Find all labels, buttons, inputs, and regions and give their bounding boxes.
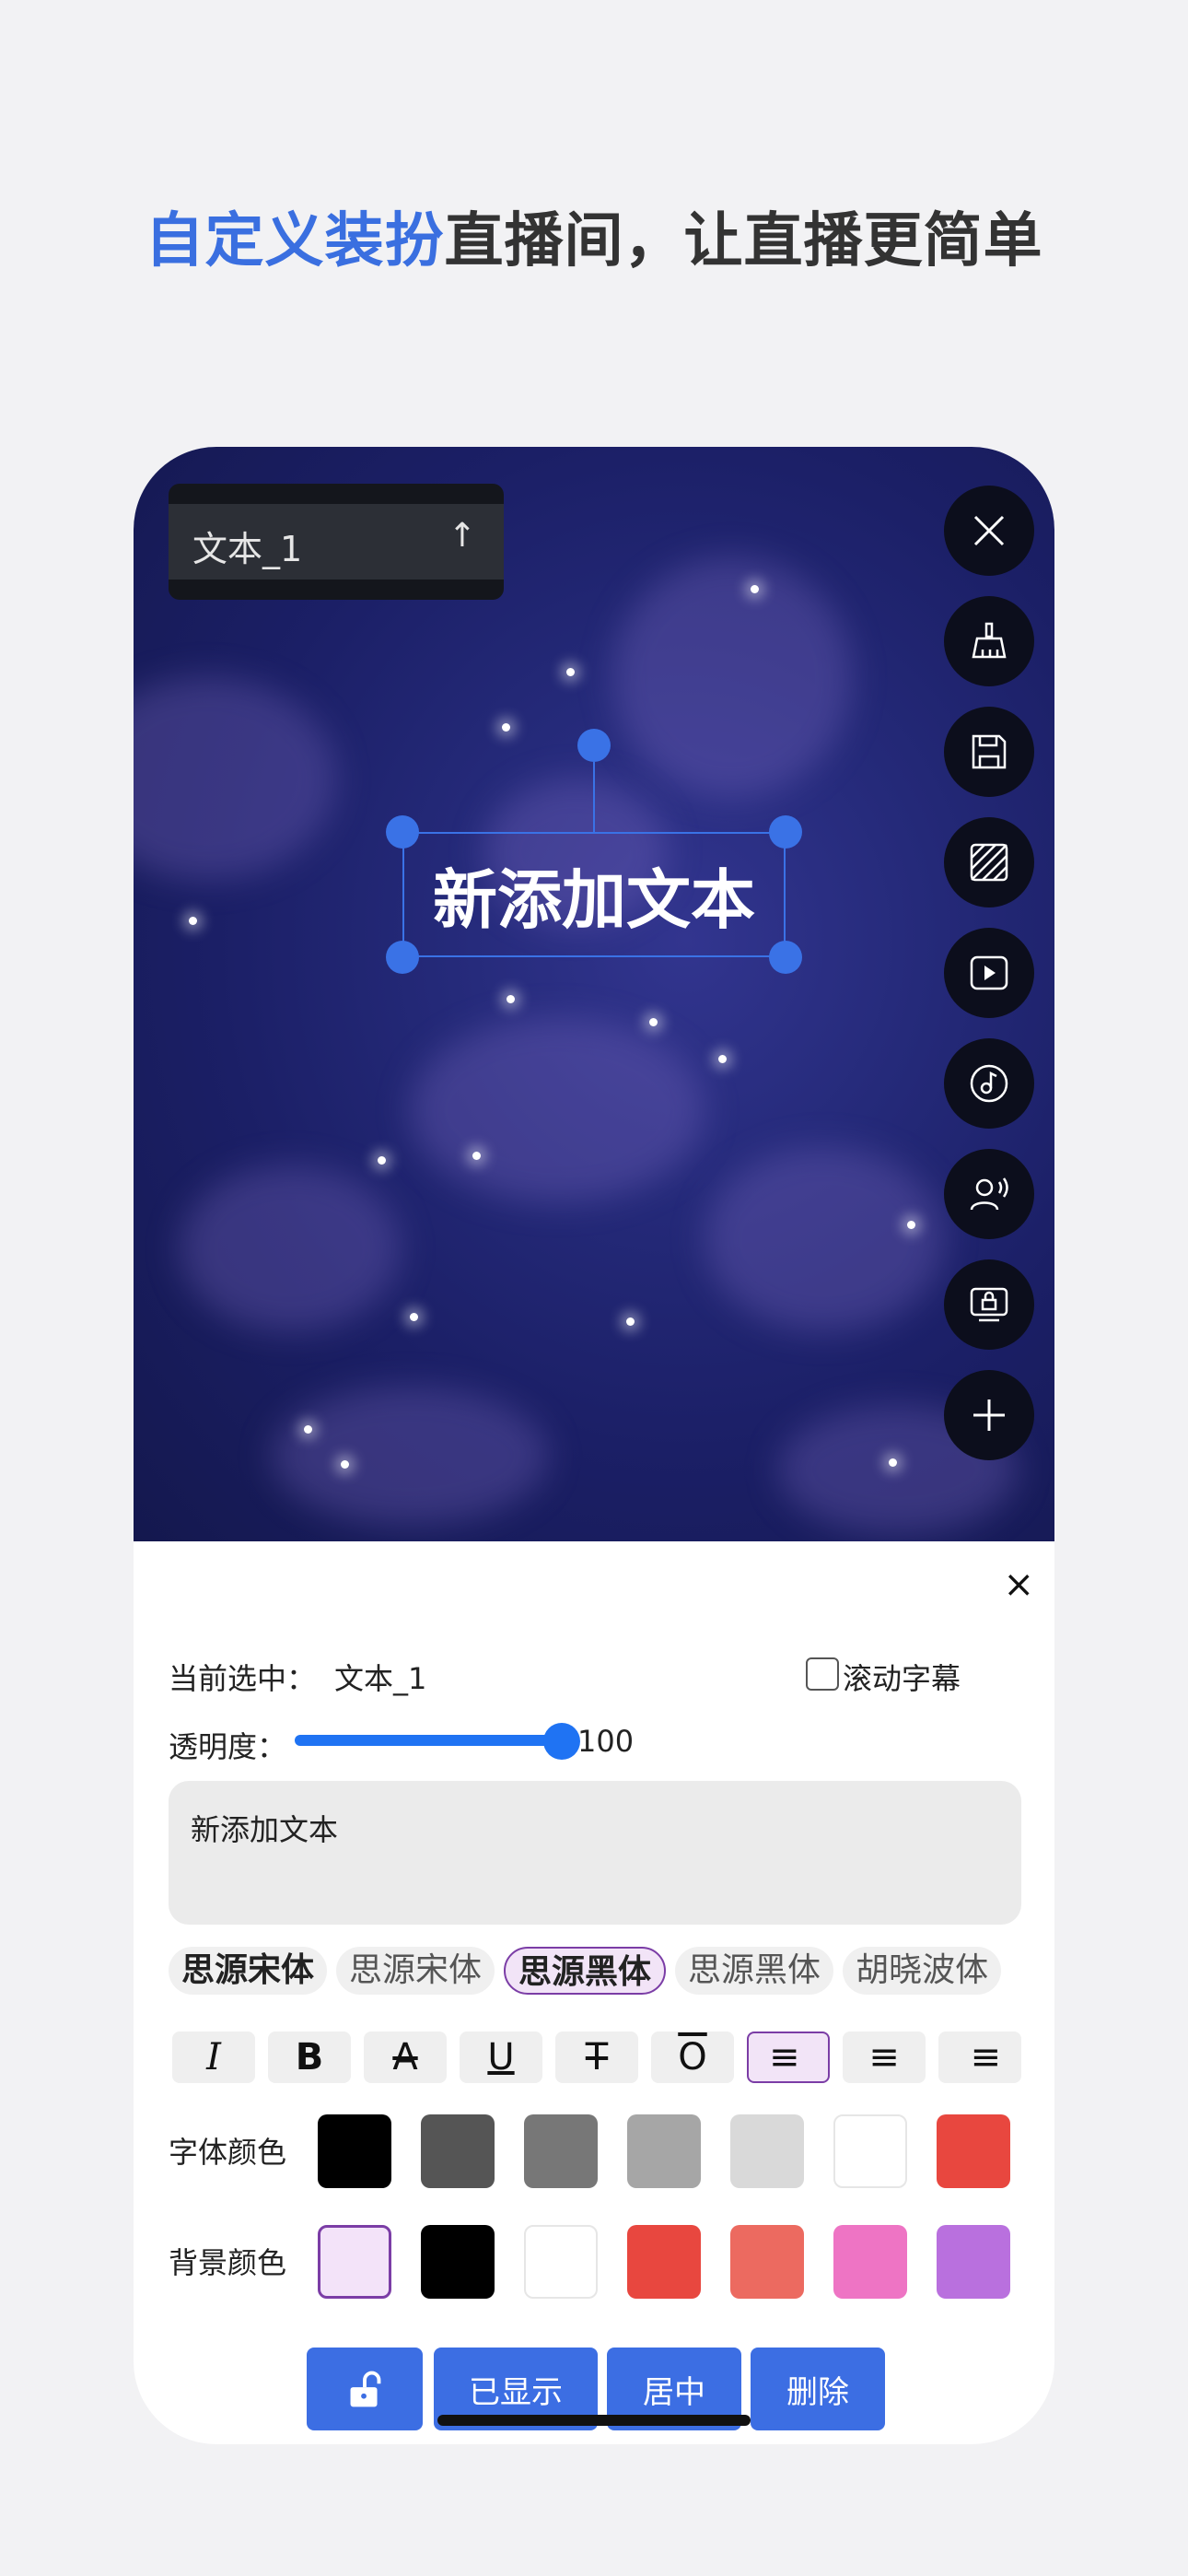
font-chip-0[interactable]: 思源宋体: [169, 1947, 328, 1995]
delete-button[interactable]: 删除: [751, 2348, 885, 2430]
font-color-swatch-0[interactable]: [318, 2114, 391, 2188]
font-color-swatch-1[interactable]: [421, 2114, 495, 2188]
font-color-label: 字体颜色: [169, 2135, 287, 2170]
bg-color-swatch-4[interactable]: [730, 2225, 804, 2299]
home-indicator: [437, 2415, 751, 2426]
selected-label: 当前选中：: [169, 1661, 317, 1696]
layer-selector[interactable]: 文本_1 ↑: [169, 484, 504, 600]
bg-color-swatch-5[interactable]: [833, 2225, 907, 2299]
headline-highlight: 自定义装扮: [145, 207, 445, 275]
phone-frame: 文本_1 ↑ 新添加文本 × 当前选中： 文本_1 滚动字幕 透明度： 100 …: [134, 447, 1054, 2444]
font-chip-3[interactable]: 思源黑体: [675, 1947, 834, 1995]
save-icon[interactable]: [944, 707, 1034, 797]
hatch-pattern-icon[interactable]: [944, 817, 1034, 907]
broom-icon[interactable]: [944, 596, 1034, 686]
panel-close-icon[interactable]: ×: [1003, 1563, 1034, 1606]
resize-handle-br[interactable]: [769, 941, 802, 974]
font-color-swatch-5[interactable]: [833, 2114, 907, 2188]
scroll-checkbox[interactable]: [806, 1657, 839, 1691]
font-list: 思源宋体 思源宋体 思源黑体 思源黑体 胡晓波体: [169, 1947, 1021, 2002]
font-color-swatch-4[interactable]: [730, 2114, 804, 2188]
scroll-label: 滚动字幕: [843, 1661, 961, 1696]
font-chip-1[interactable]: 思源宋体: [336, 1947, 495, 1995]
layer-name: 文本_1: [192, 529, 303, 569]
font-color-swatch-6[interactable]: [937, 2114, 1010, 2188]
strikethrough-icon[interactable]: T: [555, 2032, 638, 2083]
overline-icon[interactable]: O: [651, 2032, 734, 2083]
close-icon[interactable]: [944, 486, 1034, 576]
bg-color-swatch-1[interactable]: [421, 2225, 495, 2299]
music-note-icon[interactable]: [944, 1038, 1034, 1129]
opacity-value: 100: [577, 1724, 635, 1759]
canvas-text-box[interactable]: 新添加文本: [402, 832, 786, 957]
opacity-slider-thumb[interactable]: [543, 1723, 580, 1760]
bg-color-swatch-3[interactable]: [627, 2225, 701, 2299]
bold-icon[interactable]: B: [268, 2032, 351, 2083]
selected-value: 文本_1: [334, 1661, 427, 1696]
resize-handle-tr[interactable]: [769, 815, 802, 849]
font-color-swatch-2[interactable]: [524, 2114, 598, 2188]
text-input[interactable]: 新添加文本: [169, 1781, 1021, 1925]
opacity-slider-track[interactable]: [295, 1735, 562, 1746]
live-preview: 文本_1 ↑ 新添加文本: [134, 447, 1054, 1541]
align-left-icon[interactable]: ≡: [747, 2032, 830, 2083]
strike-a-icon[interactable]: A: [364, 2032, 447, 2083]
align-right-icon[interactable]: ≡: [938, 2032, 1021, 2083]
align-center-icon[interactable]: ≡: [843, 2032, 926, 2083]
headline-rest: 直播间，让直播更简单: [444, 207, 1043, 275]
bg-color-swatch-6[interactable]: [937, 2225, 1010, 2299]
layer-up-arrow-icon[interactable]: ↑: [448, 517, 476, 555]
style-toolbar: I B A U T O ≡ ≡ ≡: [172, 2032, 1021, 2087]
plus-icon[interactable]: [944, 1370, 1034, 1460]
font-chip-2[interactable]: 思源黑体: [504, 1947, 667, 1995]
voice-user-icon[interactable]: [944, 1149, 1034, 1239]
underline-icon[interactable]: U: [460, 2032, 542, 2083]
bg-color-swatch-0[interactable]: [318, 2225, 391, 2299]
unlock-icon: [350, 2371, 381, 2407]
canvas-text: 新添加文本: [433, 861, 755, 938]
italic-icon[interactable]: I: [172, 2032, 255, 2083]
resize-handle-tl[interactable]: [386, 815, 419, 849]
locked-screen-icon[interactable]: [944, 1259, 1034, 1350]
resize-handle-bl[interactable]: [386, 941, 419, 974]
opacity-label: 透明度：: [169, 1729, 287, 1764]
unlock-button[interactable]: [307, 2348, 423, 2430]
rotate-handle-line: [593, 762, 595, 832]
bg-color-label: 背景颜色: [169, 2245, 287, 2280]
font-color-swatch-3[interactable]: [627, 2114, 701, 2188]
play-icon[interactable]: [944, 928, 1034, 1018]
headline: 自定义装扮直播间，让直播更简单: [0, 193, 1188, 278]
bg-color-swatch-2[interactable]: [524, 2225, 598, 2299]
font-chip-4[interactable]: 胡晓波体: [843, 1947, 1002, 1995]
rotate-handle[interactable]: [577, 729, 611, 762]
